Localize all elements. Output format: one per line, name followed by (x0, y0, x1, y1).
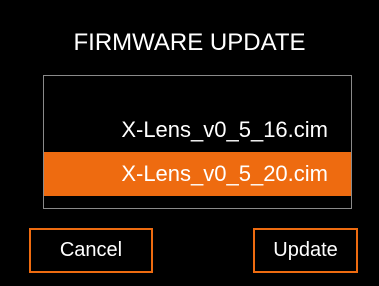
file-list-item-selected[interactable]: X-Lens_v0_5_20.cim (44, 152, 351, 196)
dialog-title: FIRMWARE UPDATE (73, 29, 306, 56)
firmware-file-list[interactable]: X-Lens_v0_5_16.cim X-Lens_v0_5_20.cim (43, 75, 352, 209)
update-button[interactable]: Update (253, 228, 358, 273)
cancel-button[interactable]: Cancel (29, 228, 153, 273)
file-list-item[interactable]: X-Lens_v0_5_16.cim (44, 108, 351, 152)
